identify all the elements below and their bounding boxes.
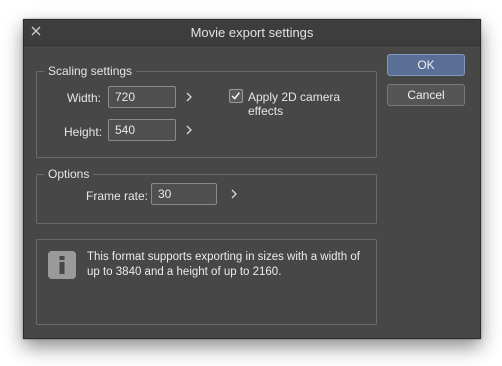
camera-effects-checkbox[interactable] — [229, 89, 243, 103]
width-chevron-right-icon[interactable] — [184, 91, 194, 103]
frame-rate-label: Frame rate: — [86, 189, 149, 203]
height-input[interactable] — [108, 119, 176, 141]
dialog-title: Movie export settings — [190, 25, 314, 40]
ok-button[interactable]: OK — [387, 54, 465, 76]
cancel-button[interactable]: Cancel — [387, 84, 465, 106]
info-box: This format supports exporting in sizes … — [36, 239, 377, 325]
scaling-settings-label: Scaling settings — [44, 64, 137, 78]
title-bar: Movie export settings — [24, 20, 480, 46]
frame-rate-input[interactable] — [151, 183, 217, 205]
movie-export-dialog: Movie export settings Scaling settings W… — [23, 19, 481, 339]
frame-rate-chevron-right-icon[interactable] — [229, 188, 239, 200]
camera-effects-label[interactable]: Apply 2D camera effects — [248, 90, 376, 118]
options-label: Options — [44, 167, 94, 181]
info-icon — [48, 251, 76, 279]
height-label: Height: — [64, 125, 103, 139]
width-label: Width: — [67, 91, 102, 105]
checkmark-icon — [231, 92, 241, 100]
height-chevron-right-icon[interactable] — [184, 124, 194, 136]
width-input[interactable] — [108, 86, 176, 108]
scaling-settings-group: Scaling settings Width: Apply 2D camera … — [36, 64, 377, 158]
options-group: Options Frame rate: — [36, 167, 377, 224]
info-message: This format supports exporting in sizes … — [87, 251, 360, 278]
